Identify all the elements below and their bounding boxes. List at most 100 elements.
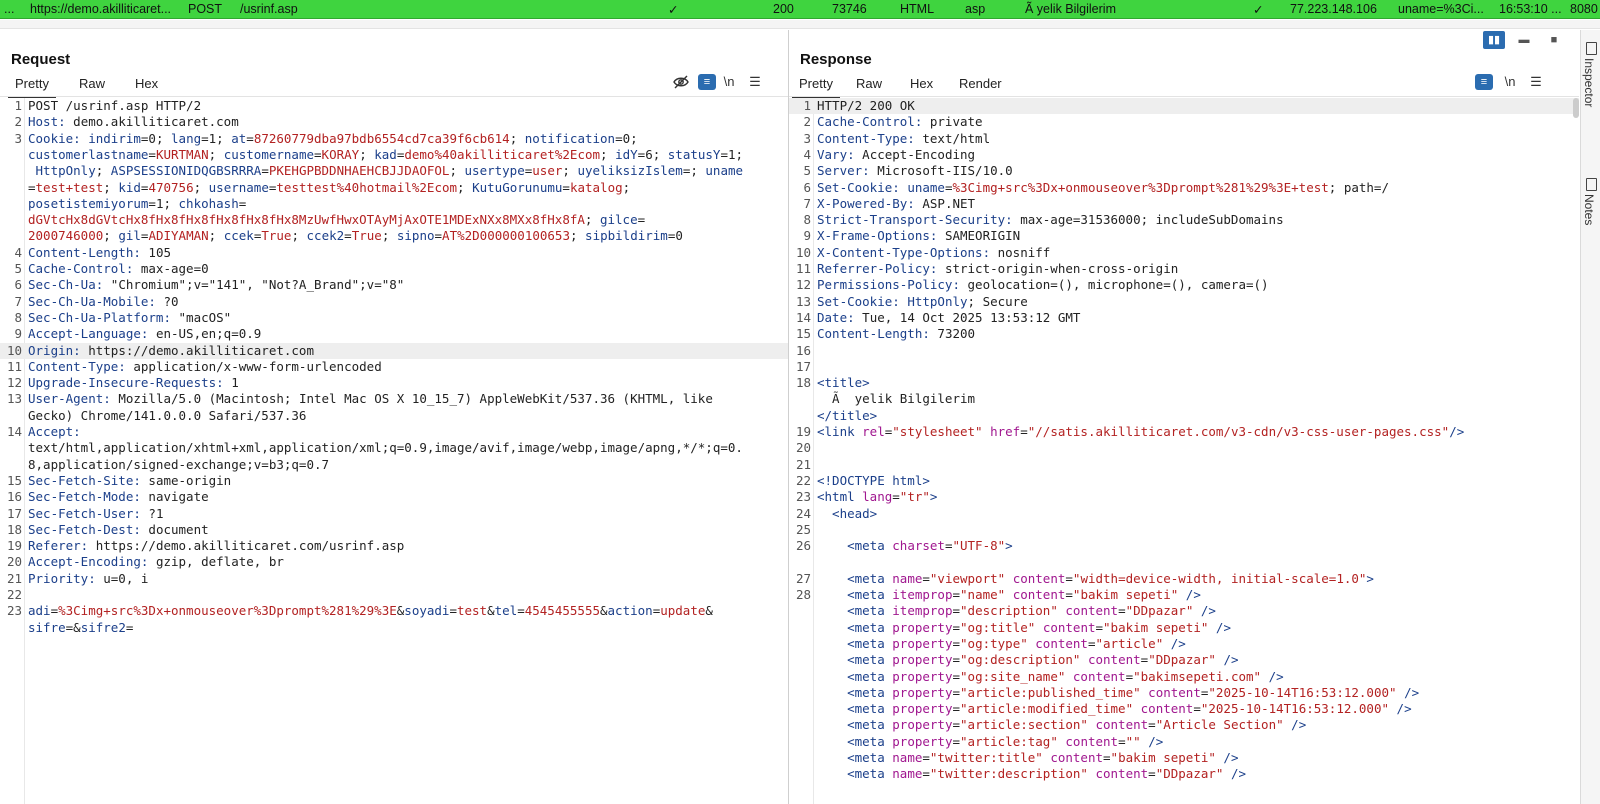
- inspector-icon[interactable]: [1586, 42, 1597, 55]
- code-line[interactable]: 9 X-Frame-Options: SAMEORIGIN: [789, 228, 1579, 244]
- code-line[interactable]: 6 Sec-Ch-Ua: "Chromium";v="141", "Not?A_B…: [0, 277, 788, 293]
- code-line[interactable]: </title>: [789, 408, 1579, 424]
- code-line[interactable]: 14 Accept:: [0, 424, 788, 440]
- notes-icon[interactable]: [1586, 178, 1597, 191]
- code-line[interactable]: 9 Accept-Language: en-US,en;q=0.9: [0, 326, 788, 342]
- code-line[interactable]: 2000746000; gil=ADIYAMAN; ccek=True; cce…: [0, 228, 788, 244]
- newline-toggle[interactable]: \n: [1501, 74, 1519, 89]
- response-tab-pretty[interactable]: Pretty: [792, 74, 840, 98]
- code-line[interactable]: 3 Content-Type: text/html: [789, 131, 1579, 147]
- request-tab-pretty[interactable]: Pretty: [8, 74, 56, 98]
- code-line[interactable]: 13 Set-Cookie: HttpOnly; Secure: [789, 294, 1579, 310]
- inspector-tab[interactable]: Inspector: [1582, 58, 1596, 107]
- code-line[interactable]: 3 Cookie: indirim=0; lang=1; at=87260779d…: [0, 131, 788, 147]
- code-line[interactable]: 16 Sec-Fetch-Mode: navigate: [0, 489, 788, 505]
- response-tab-hex[interactable]: Hex: [903, 74, 940, 96]
- code-line[interactable]: 10 X-Content-Type-Options: nosniff: [789, 245, 1579, 261]
- code-line[interactable]: 11 Referrer-Policy: strict-origin-when-cr…: [789, 261, 1579, 277]
- split-horizontal-icon[interactable]: ▮▮: [1483, 31, 1505, 49]
- code-line[interactable]: 8,application/signed-exchange;v=b3;q=0.7: [0, 457, 788, 473]
- notes-tab[interactable]: Notes: [1582, 194, 1596, 225]
- code-line[interactable]: 20: [789, 440, 1579, 456]
- code-line[interactable]: <meta property="og:title" content="bakim…: [789, 620, 1579, 636]
- code-line[interactable]: Gecko) Chrome/141.0.0.0 Safari/537.36: [0, 408, 788, 424]
- request-editor[interactable]: 1 POST /usrinf.asp HTTP/2 2 Host: demo.akil…: [0, 98, 788, 804]
- code-line[interactable]: <meta name="twitter:description" content…: [789, 766, 1579, 782]
- code-line[interactable]: <meta property="article:section" content…: [789, 717, 1579, 733]
- code-line[interactable]: 7 X-Powered-By: ASP.NET: [789, 196, 1579, 212]
- code-line[interactable]: 23 <html lang="tr">: [789, 489, 1579, 505]
- request-tab-raw[interactable]: Raw: [72, 74, 112, 96]
- code-line[interactable]: 28 <meta itemprop="name" content="bakim …: [789, 587, 1579, 603]
- code-line[interactable]: Ã yelik Bilgilerim: [789, 391, 1579, 407]
- code-line[interactable]: 24 <head>: [789, 506, 1579, 522]
- splitter[interactable]: [0, 20, 1600, 29]
- response-scrollbar[interactable]: [1573, 98, 1579, 118]
- code-line[interactable]: 22: [0, 587, 788, 603]
- code-line[interactable]: 2 Host: demo.akilliticaret.com: [0, 114, 788, 130]
- code-line[interactable]: <meta property="og:description" content=…: [789, 652, 1579, 668]
- request-tab-hex[interactable]: Hex: [128, 74, 165, 96]
- code-line[interactable]: <meta name="twitter:title" content="baki…: [789, 750, 1579, 766]
- code-line[interactable]: 16: [789, 343, 1579, 359]
- code-line[interactable]: 1 HTTP/2 200 OK: [789, 98, 1579, 114]
- code-line[interactable]: 20 Accept-Encoding: gzip, deflate, br: [0, 554, 788, 570]
- code-line[interactable]: 10 Origin: https://demo.akilliticaret.com: [0, 342, 788, 359]
- code-line[interactable]: sifre=&sifre2=: [0, 620, 788, 636]
- single-view-icon[interactable]: ■: [1543, 31, 1565, 49]
- code-line[interactable]: 18 Sec-Fetch-Dest: document: [0, 522, 788, 538]
- split-vertical-icon[interactable]: ▬: [1513, 31, 1535, 49]
- code-line[interactable]: 12 Permissions-Policy: geolocation=(), mi…: [789, 277, 1579, 293]
- hide-eye-icon[interactable]: [672, 74, 690, 93]
- code-line[interactable]: 19 Referer: https://demo.akilliticaret.co…: [0, 538, 788, 554]
- code-line[interactable]: <meta itemprop="description" content="DD…: [789, 603, 1579, 619]
- code-line[interactable]: 26 <meta charset="UTF-8">: [789, 538, 1579, 554]
- code-line[interactable]: 22 <!DOCTYPE html>: [789, 473, 1579, 489]
- code-line[interactable]: 17: [789, 359, 1579, 375]
- code-line[interactable]: <meta property="og:type" content="articl…: [789, 636, 1579, 652]
- code-line[interactable]: =test+test; kid=470756; username=testtes…: [0, 180, 788, 196]
- newline-toggle[interactable]: \n: [720, 74, 738, 89]
- code-line[interactable]: 8 Strict-Transport-Security: max-age=3153…: [789, 212, 1579, 228]
- code-line[interactable]: 27 <meta name="viewport" content="width=…: [789, 571, 1579, 587]
- code-line[interactable]: <meta property="article:tag" content="" …: [789, 734, 1579, 750]
- code-line[interactable]: 14 Date: Tue, 14 Oct 2025 13:53:12 GMT: [789, 310, 1579, 326]
- code-line[interactable]: customerlastname=KURTMAN; customername=K…: [0, 147, 788, 163]
- code-line[interactable]: 12 Upgrade-Insecure-Requests: 1: [0, 375, 788, 391]
- code-line[interactable]: dGVtcHx8dGVtcHx8fHx8fHx8fHx8fHx8fHx8MzUw…: [0, 212, 788, 228]
- code-line[interactable]: 23 adi=%3Cimg+src%3Dx+onmouseover%3Dpromp…: [0, 603, 788, 619]
- code-line[interactable]: text/html,application/xhtml+xml,applicat…: [0, 440, 788, 456]
- code-line[interactable]: <meta property="article:modified_time" c…: [789, 701, 1579, 717]
- code-line[interactable]: 2 Cache-Control: private: [789, 114, 1579, 130]
- code-line[interactable]: 5 Cache-Control: max-age=0: [0, 261, 788, 277]
- response-editor[interactable]: 1 HTTP/2 200 OK 2 Cache-Control: private 3 Co…: [789, 98, 1579, 804]
- code-line[interactable]: 15 Content-Length: 73200: [789, 326, 1579, 342]
- code-line[interactable]: HttpOnly; ASPSESSIONIDQGBSRRRA=PKEHGPBDD…: [0, 163, 788, 179]
- code-line[interactable]: 4 Content-Length: 105: [0, 245, 788, 261]
- code-line[interactable]: 21: [789, 457, 1579, 473]
- code-line[interactable]: 4 Vary: Accept-Encoding: [789, 147, 1579, 163]
- menu-icon[interactable]: ☰: [1527, 74, 1545, 90]
- code-line[interactable]: 8 Sec-Ch-Ua-Platform: "macOS": [0, 310, 788, 326]
- pretty-print-icon[interactable]: ≡: [698, 74, 716, 90]
- selected-history-row[interactable]: ... https://demo.akilliticaret... POST /…: [0, 0, 1600, 19]
- menu-icon[interactable]: ☰: [746, 74, 764, 90]
- code-line[interactable]: [789, 554, 1579, 570]
- code-line[interactable]: 6 Set-Cookie: uname=%3Cimg+src%3Dx+onmous…: [789, 180, 1579, 196]
- response-tab-raw[interactable]: Raw: [849, 74, 889, 96]
- code-line[interactable]: posetistemiyorum=1; chkohash=: [0, 196, 788, 212]
- code-line[interactable]: 19 <link rel="stylesheet" href="//satis.a…: [789, 424, 1579, 440]
- code-line[interactable]: 5 Server: Microsoft-IIS/10.0: [789, 163, 1579, 179]
- code-line[interactable]: 18 <title>: [789, 375, 1579, 391]
- pretty-print-icon[interactable]: ≡: [1475, 74, 1493, 90]
- code-line[interactable]: 25: [789, 522, 1579, 538]
- code-line[interactable]: <meta property="article:published_time" …: [789, 685, 1579, 701]
- code-line[interactable]: 1 POST /usrinf.asp HTTP/2: [0, 98, 788, 114]
- code-line[interactable]: 17 Sec-Fetch-User: ?1: [0, 506, 788, 522]
- code-line[interactable]: 15 Sec-Fetch-Site: same-origin: [0, 473, 788, 489]
- code-line[interactable]: <meta property="og:site_name" content="b…: [789, 669, 1579, 685]
- code-line[interactable]: 7 Sec-Ch-Ua-Mobile: ?0: [0, 294, 788, 310]
- code-line[interactable]: 21 Priority: u=0, i: [0, 571, 788, 587]
- response-tab-render[interactable]: Render: [952, 74, 1009, 96]
- code-line[interactable]: 13 User-Agent: Mozilla/5.0 (Macintosh; In…: [0, 391, 788, 407]
